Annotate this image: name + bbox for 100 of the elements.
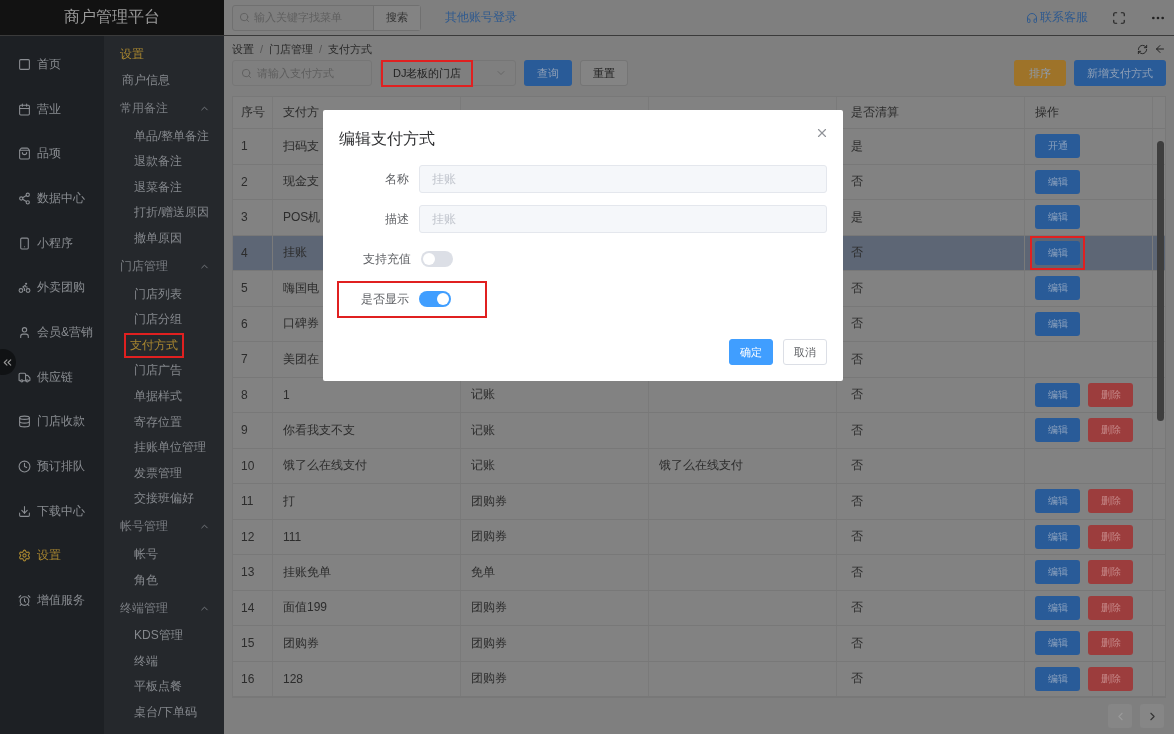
submenu-group[interactable]: 常用备注 <box>104 93 224 124</box>
submenu-item[interactable]: 门店分组 <box>132 307 184 333</box>
table-cell: 打 <box>273 484 461 519</box>
delete-button[interactable]: 删除 <box>1088 489 1133 514</box>
nav-item[interactable]: 营业 <box>0 86 104 132</box>
field-label: 是否显示 <box>360 290 409 308</box>
submenu-item[interactable]: 撤单原因 <box>132 225 184 252</box>
edit-button[interactable]: 编辑 <box>1035 666 1080 691</box>
refresh-icon[interactable] <box>1137 43 1148 55</box>
toggle-switch[interactable] <box>421 251 453 267</box>
submenu-group[interactable]: 门店管理 <box>104 251 224 282</box>
nav-item[interactable]: 增值服务 <box>0 578 104 623</box>
table-cell: 团购券 <box>461 661 649 696</box>
delete-button[interactable]: 删除 <box>1088 666 1133 691</box>
submenu-item[interactable]: 退款备注 <box>132 149 184 175</box>
query-button[interactable]: 查询 <box>524 60 572 86</box>
table-cell: 记账 <box>461 448 649 483</box>
submenu-item[interactable]: 门店广告 <box>132 358 184 384</box>
delete-button[interactable]: 删除 <box>1088 524 1133 549</box>
submenu-item[interactable]: 商户信息 <box>120 68 172 94</box>
edit-button[interactable]: 编辑 <box>1035 311 1080 336</box>
nav-item[interactable]: 供应链 <box>0 354 104 400</box>
submenu-item[interactable]: 帐号 <box>132 541 160 568</box>
store-select[interactable]: DJ老板的门店 <box>380 60 516 86</box>
toggle-switch[interactable] <box>419 291 451 307</box>
delete-button[interactable]: 删除 <box>1088 631 1133 656</box>
submenu-item[interactable]: 平板点餐 <box>132 674 184 700</box>
submenu-item[interactable]: 单品/整单备注 <box>132 123 212 150</box>
square-icon <box>18 57 31 71</box>
submenu-item[interactable]: 发票管理 <box>132 460 184 487</box>
edit-button[interactable]: 开通 <box>1035 134 1080 159</box>
search-icon <box>239 12 250 23</box>
breadcrumb-item[interactable]: 设置 <box>232 41 254 57</box>
edit-button[interactable]: 编辑 <box>1035 240 1080 265</box>
table-cell: 团购券 <box>273 626 461 661</box>
nav-item[interactable]: 小程序 <box>0 220 104 266</box>
delete-button[interactable]: 删除 <box>1088 382 1133 407</box>
confirm-button[interactable]: 确定 <box>729 339 773 365</box>
edit-button[interactable]: 编辑 <box>1035 595 1080 620</box>
table-cell: 免单 <box>461 555 649 590</box>
table-cell: 否 <box>837 484 1025 519</box>
bicycle-icon <box>18 281 31 295</box>
nav-item[interactable]: 数据中心 <box>0 176 104 221</box>
back-arrow-icon[interactable] <box>1154 43 1166 55</box>
submenu-item[interactable]: 交接班偏好 <box>132 486 196 512</box>
add-button[interactable]: 新增支付方式 <box>1074 60 1166 86</box>
delete-button[interactable]: 删除 <box>1088 595 1133 620</box>
nav-item[interactable]: 外卖团购 <box>0 265 104 311</box>
nav-item[interactable]: 会员&营销 <box>0 310 104 355</box>
nav-item[interactable]: 品项 <box>0 131 104 177</box>
edit-button[interactable]: 编辑 <box>1035 418 1080 443</box>
edit-button[interactable]: 编辑 <box>1035 169 1080 194</box>
submenu-item[interactable]: 终端 <box>132 648 160 675</box>
nav-item[interactable]: 下载中心 <box>0 488 104 534</box>
search-button[interactable]: 搜索 <box>373 5 420 30</box>
cancel-button[interactable]: 取消 <box>783 339 827 365</box>
edit-button[interactable]: 编辑 <box>1035 524 1080 549</box>
table-cell: 挂账免单 <box>273 555 461 590</box>
field-label: 支持充值 <box>362 250 411 268</box>
delete-button[interactable]: 删除 <box>1088 560 1133 585</box>
edit-button[interactable]: 编辑 <box>1035 205 1080 230</box>
submenu-item[interactable]: 打折/赠送原因 <box>132 200 212 226</box>
submenu-item[interactable]: 挂账单位管理 <box>132 435 208 461</box>
nav-item[interactable]: 门店收款 <box>0 399 104 445</box>
submenu-group[interactable]: 帐号管理 <box>104 511 224 542</box>
column-header: 序号 <box>233 97 273 128</box>
breadcrumb-item: 支付方式 <box>328 41 373 57</box>
submenu-item[interactable]: 寄存位置 <box>132 409 184 436</box>
field-label: 名称 <box>384 170 409 188</box>
nav-item[interactable]: 首页 <box>0 42 104 87</box>
share-icon <box>18 191 31 205</box>
nav-item[interactable]: 预订排队 <box>0 444 104 489</box>
edit-button[interactable]: 编辑 <box>1035 489 1080 514</box>
table-cell: 否 <box>837 590 1025 625</box>
edit-button[interactable]: 编辑 <box>1035 631 1080 656</box>
table-cell: 团购券 <box>461 484 649 519</box>
edit-button[interactable]: 编辑 <box>1035 276 1080 301</box>
breadcrumb-item[interactable]: 门店管理 <box>269 41 314 57</box>
fullscreen-icon[interactable] <box>1112 10 1126 25</box>
submenu-group[interactable]: 终端管理 <box>104 593 224 624</box>
table-cell: 面值199 <box>273 590 461 625</box>
download-icon <box>18 504 31 518</box>
submenu-item[interactable]: KDS管理 <box>132 623 185 649</box>
settings-icon <box>18 549 31 563</box>
reset-button[interactable]: 重置 <box>580 60 628 86</box>
submenu-item[interactable]: 角色 <box>132 567 160 594</box>
edit-button[interactable]: 编辑 <box>1035 382 1080 407</box>
submenu-item[interactable]: 单据样式 <box>132 383 184 410</box>
submenu-item[interactable]: 门店列表 <box>132 281 184 308</box>
calendar-icon <box>18 102 31 116</box>
submenu-item[interactable]: 桌台/下单码 <box>132 699 200 726</box>
next-page-button[interactable] <box>1140 704 1164 728</box>
search-icon <box>241 67 252 79</box>
nav-item[interactable]: 设置 <box>0 533 104 579</box>
delete-button[interactable]: 删除 <box>1088 418 1133 443</box>
close-icon[interactable] <box>815 126 829 140</box>
edit-button[interactable]: 编辑 <box>1035 560 1080 585</box>
submenu-title: 设置 <box>119 46 145 63</box>
submenu-item[interactable]: 退菜备注 <box>132 174 184 201</box>
submenu-item[interactable]: 支付方式 <box>124 332 184 359</box>
